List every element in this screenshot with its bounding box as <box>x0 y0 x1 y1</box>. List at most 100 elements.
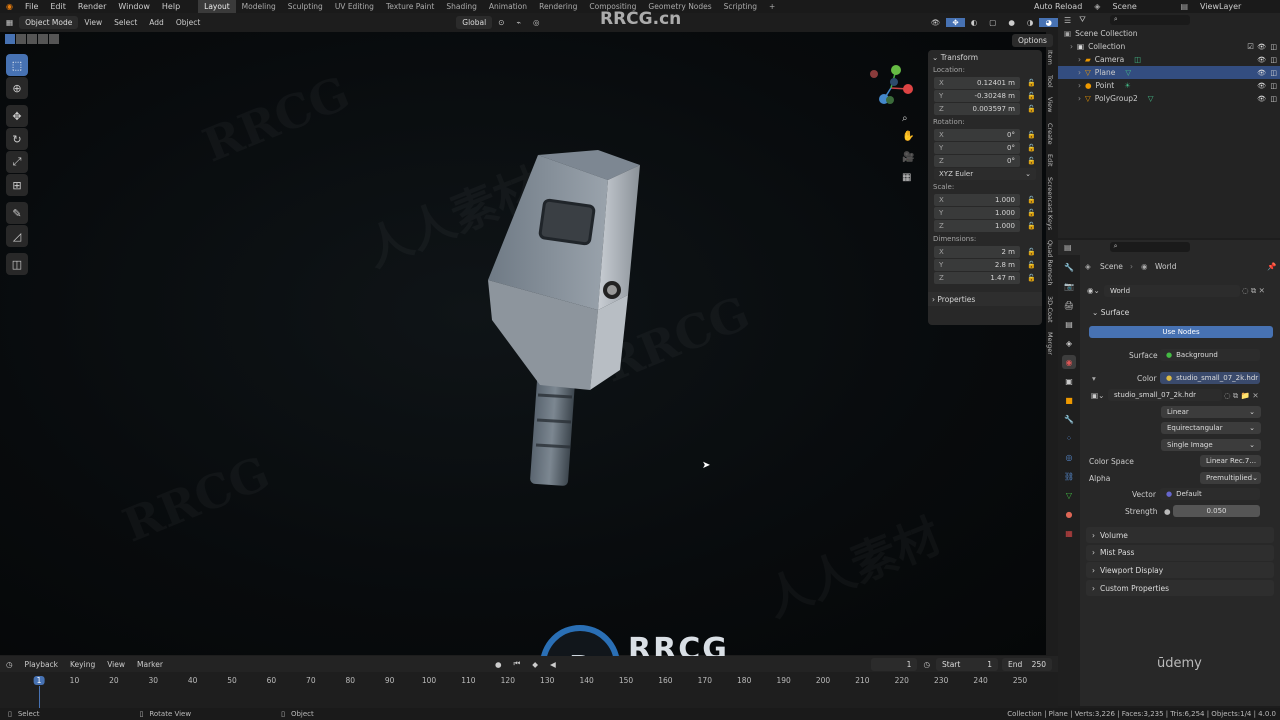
pin-icon[interactable]: 📌 <box>1267 262 1276 271</box>
transform-tool-icon[interactable]: ⊞ <box>6 174 28 196</box>
physics-tab-icon[interactable]: ◎ <box>1062 450 1076 464</box>
proportional-edit-icon[interactable]: ◎ <box>527 18 546 27</box>
lock-icon[interactable]: 🔓 <box>1027 222 1036 230</box>
properties-editor-icon[interactable]: ▤ <box>1064 243 1072 252</box>
render-tab-icon[interactable]: 📷 <box>1062 279 1076 293</box>
record-icon[interactable]: ● <box>489 660 508 669</box>
3d-viewport[interactable]: RRCG RRCG RRCG 人人素材 人人素材 RRCG.cn Options… <box>0 9 1053 705</box>
outliner-row-plane[interactable]: › ▽ Plane ▽ 👁 ◫ <box>1058 66 1280 79</box>
output-tab-icon[interactable]: 🖨 <box>1062 298 1076 312</box>
shading-material-icon[interactable]: ◑ <box>1021 18 1040 27</box>
lock-icon[interactable]: 🔓 <box>1027 209 1036 217</box>
scale-z-field[interactable]: Z 1.000 <box>934 220 1020 232</box>
collection-tab-icon[interactable]: ▣ <box>1062 374 1076 388</box>
tab-sculpting[interactable]: Sculpting <box>282 0 329 13</box>
camera-view-icon[interactable]: 🎥 <box>902 152 914 163</box>
chevron-right-icon[interactable]: › <box>1078 55 1081 64</box>
dimensions-y-field[interactable]: Y 2.8 m <box>934 259 1020 271</box>
blender-logo-icon[interactable]: ◉ <box>0 2 19 11</box>
lock-icon[interactable]: 🔓 <box>1027 157 1036 165</box>
lock-icon[interactable]: 🔓 <box>1027 144 1036 152</box>
shading-rendered-icon[interactable]: ◕ <box>1039 18 1058 27</box>
annotate-tool-icon[interactable]: ✎ <box>6 202 28 224</box>
image-browse-icon[interactable]: ▣⌄ <box>1091 391 1104 400</box>
vector-field[interactable]: ● Default <box>1160 488 1260 500</box>
outliner-editor-icon[interactable]: ☰ <box>1064 16 1071 25</box>
scale-tool-icon[interactable]: ⤢ <box>6 151 28 173</box>
timeline-editor-icon[interactable]: ◷ <box>0 660 19 669</box>
rotation-y-field[interactable]: Y 0° <box>934 142 1020 154</box>
start-frame-field[interactable]: Start 1 <box>936 657 998 671</box>
dimensions-x-field[interactable]: X 2 m <box>934 246 1020 258</box>
use-nodes-button[interactable]: Use Nodes <box>1089 326 1273 338</box>
hammer-model[interactable] <box>480 120 650 490</box>
scale-y-field[interactable]: Y 1.000 <box>934 207 1020 219</box>
menu-help[interactable]: Help <box>156 2 186 11</box>
search-field[interactable]: ⌕ <box>1109 15 1190 25</box>
modifier-tab-icon[interactable]: 🔧 <box>1062 412 1076 426</box>
lock-icon[interactable]: 🔓 <box>1027 248 1036 256</box>
location-y-field[interactable]: Y -0.30248 m <box>934 90 1020 102</box>
current-frame-field[interactable]: 1 <box>871 657 918 671</box>
render-visibility-icon[interactable]: ◫ <box>1270 56 1277 64</box>
scene-tab-icon[interactable]: ◈ <box>1062 336 1076 350</box>
tab-rendering[interactable]: Rendering <box>533 0 583 13</box>
pivot-icon[interactable]: ⊙ <box>492 18 510 27</box>
dimensions-z-field[interactable]: Z 1.47 m <box>934 272 1020 284</box>
lock-icon[interactable]: 🔓 <box>1027 131 1036 139</box>
strength-field[interactable]: 0.050 <box>1173 505 1260 517</box>
rotate-tool-icon[interactable]: ↻ <box>6 128 28 150</box>
menu-object[interactable]: Object <box>170 18 206 27</box>
menu-view[interactable]: View <box>78 18 108 27</box>
scale-x-field[interactable]: X 1.000 <box>934 194 1020 206</box>
lock-icon[interactable]: 🔓 <box>1027 261 1036 269</box>
menu-window[interactable]: Window <box>112 2 156 11</box>
prev-keyframe-icon[interactable]: ◆ <box>526 660 544 669</box>
options-dropdown[interactable]: Options <box>1012 34 1053 47</box>
sidebar-tab-view[interactable]: View <box>1046 97 1054 112</box>
menu-render[interactable]: Render <box>72 2 112 11</box>
menu-edit[interactable]: Edit <box>44 2 72 11</box>
chevron-right-icon[interactable]: › <box>1078 94 1081 103</box>
menu-marker[interactable]: Marker <box>131 660 169 669</box>
shading-solid-icon[interactable]: ● <box>1002 18 1021 27</box>
lock-icon[interactable]: 🔓 <box>1027 105 1036 113</box>
rotation-mode-dropdown[interactable]: XYZ Euler ⌄ <box>934 168 1036 180</box>
location-z-field[interactable]: Z 0.003597 m <box>934 103 1020 115</box>
lock-icon[interactable]: 🔓 <box>1027 196 1036 204</box>
sidebar-tab-quad-remesh[interactable]: Quad Remesh <box>1046 240 1054 285</box>
overlay-icon[interactable]: ◐ <box>965 18 984 27</box>
xray-icon[interactable]: ▢ <box>983 18 1002 27</box>
mesh-data-icon[interactable]: ▽ <box>1125 68 1131 77</box>
add-cube-tool-icon[interactable]: ◫ <box>6 253 28 275</box>
constraints-tab-icon[interactable]: ⛓ <box>1062 469 1076 483</box>
lock-icon[interactable]: 🔓 <box>1027 92 1036 100</box>
view-layer-tab-icon[interactable]: ▤ <box>1062 317 1076 331</box>
rotation-z-field[interactable]: Z 0° <box>934 155 1020 167</box>
outliner-row-camera[interactable]: › ▰ Camera ◫ 👁 ◫ <box>1058 53 1280 66</box>
auto-reload-label[interactable]: Auto Reload <box>1028 2 1088 11</box>
chevron-right-icon[interactable]: › <box>1078 68 1081 77</box>
tab-shading[interactable]: Shading <box>440 0 482 13</box>
expand-arrow-icon[interactable]: ▾ <box>1092 374 1096 383</box>
exclude-checkbox[interactable]: ☑ <box>1247 42 1254 51</box>
visibility-icon[interactable]: 👁 <box>925 18 947 27</box>
clock-icon[interactable]: ◷ <box>917 660 936 669</box>
object-tab-icon[interactable]: ■ <box>1062 393 1076 407</box>
projection-dropdown[interactable]: Equirectangular ⌄ <box>1161 422 1261 434</box>
outliner-row-polygroup2[interactable]: › ▽ PolyGroup2 ▽ 👁 ◫ <box>1058 92 1280 105</box>
chevron-right-icon[interactable]: › <box>1078 81 1081 90</box>
color-texture-field[interactable]: ● studio_small_07_2k.hdr <box>1160 372 1260 384</box>
image-name-field[interactable]: studio_small_07_2k.hdr <box>1108 389 1222 401</box>
mesh-data-icon[interactable]: ▽ <box>1148 94 1154 103</box>
section-mist-pass[interactable]: › Mist Pass <box>1086 544 1274 561</box>
tab-uv-editing[interactable]: UV Editing <box>329 0 380 13</box>
scene-selector[interactable]: Scene <box>1106 2 1174 11</box>
menu-file[interactable]: File <box>19 2 44 11</box>
playhead-line[interactable] <box>39 686 40 708</box>
world-browse-icon[interactable]: ◉⌄ <box>1087 286 1100 295</box>
current-frame-marker[interactable]: 1 <box>33 676 45 685</box>
data-tab-icon[interactable]: ▽ <box>1062 488 1076 502</box>
lock-icon[interactable]: 🔓 <box>1027 79 1036 87</box>
camera-data-icon[interactable]: ◫ <box>1134 55 1141 64</box>
